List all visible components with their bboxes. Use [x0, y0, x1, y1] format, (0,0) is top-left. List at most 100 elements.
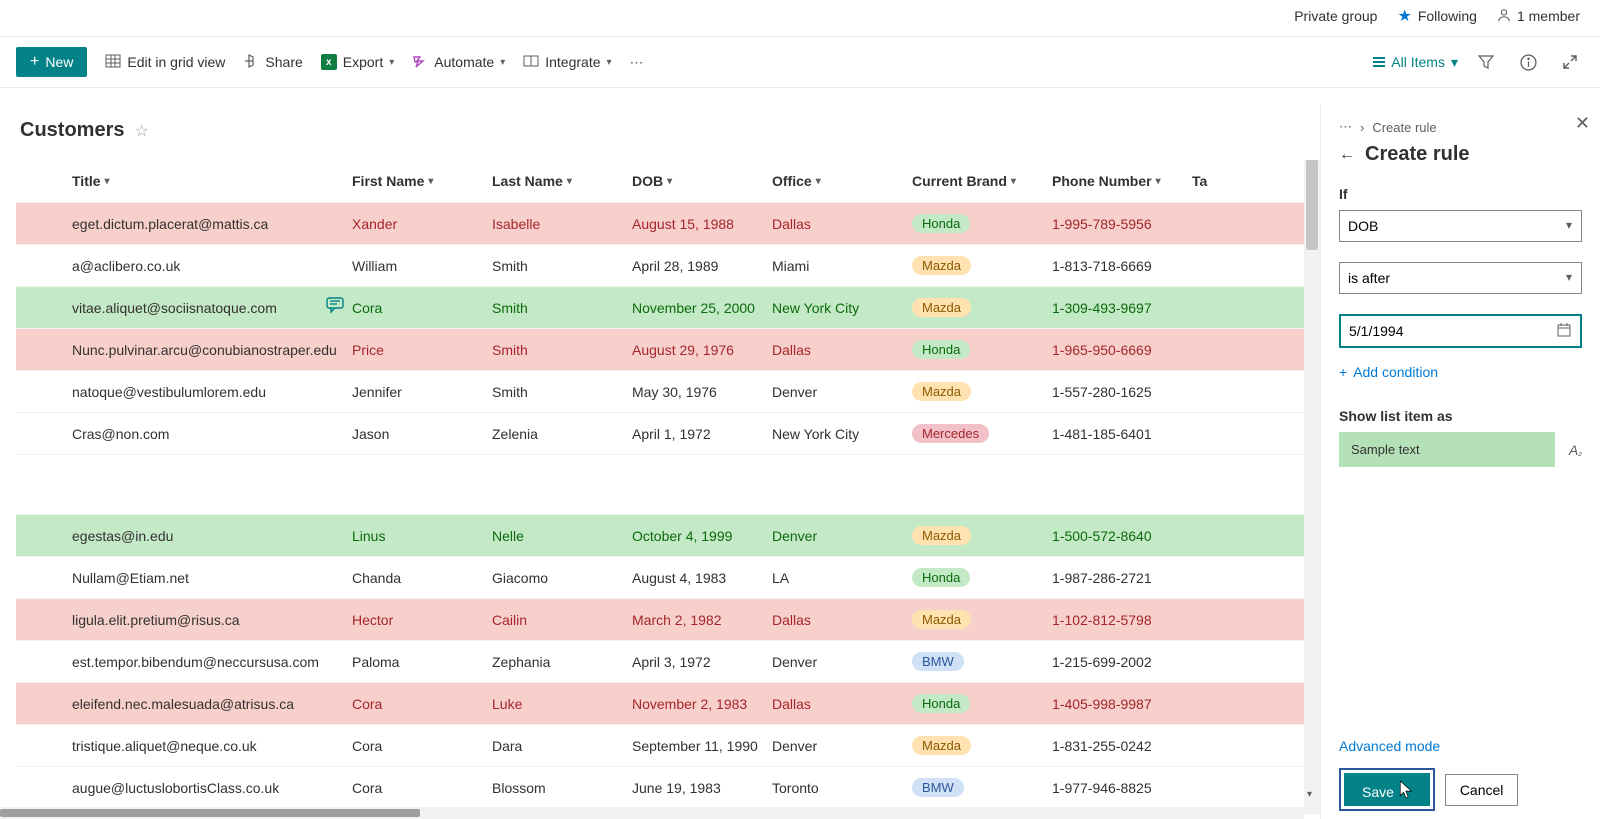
breadcrumb-more[interactable]: ⋯ [1339, 119, 1352, 135]
last-name-cell: Nelle [492, 528, 632, 544]
office-cell: Denver [772, 654, 912, 670]
share-label: Share [265, 54, 302, 70]
chevron-down-icon: ▾ [105, 176, 110, 187]
phone-cell: 1-309-493-9697 [1052, 300, 1192, 316]
last-name-cell: Zephania [492, 654, 632, 670]
phone-cell: 1-987-286-2721 [1052, 570, 1192, 586]
office-cell: Denver [772, 528, 912, 544]
more-button[interactable]: ⋯ [630, 54, 644, 71]
info-button[interactable] [1514, 48, 1542, 76]
font-style-button[interactable]: A [1569, 442, 1582, 458]
list-view-icon [1373, 57, 1385, 67]
column-header[interactable]: Title▾ [72, 173, 352, 189]
private-group-label: Private group [1294, 8, 1377, 24]
export-label: Export [343, 54, 383, 70]
members-link[interactable]: 1 member [1497, 8, 1580, 25]
office-cell: New York City [772, 300, 912, 316]
column-header[interactable]: Current Brand▾ [912, 173, 1052, 189]
title-cell: Cras@non.com [72, 426, 169, 442]
scrollbar-thumb[interactable] [1306, 160, 1318, 250]
expand-button[interactable] [1556, 48, 1584, 76]
last-name-cell: Blossom [492, 780, 632, 796]
office-cell: Dallas [772, 696, 912, 712]
scrollbar-thumb[interactable] [0, 809, 420, 817]
table-row[interactable]: augue@luctuslobortisClass.co.ukCoraBloss… [16, 766, 1320, 808]
chevron-down-icon: ▾ [667, 176, 672, 187]
column-header[interactable]: Office▾ [772, 173, 912, 189]
dob-cell: August 4, 1983 [632, 570, 772, 586]
vertical-scrollbar[interactable]: ▾ [1304, 160, 1320, 814]
add-condition-button[interactable]: + Add condition [1339, 364, 1582, 380]
office-cell: Denver [772, 738, 912, 754]
save-button[interactable]: Save [1344, 773, 1430, 806]
first-name-cell: Price [352, 342, 492, 358]
last-name-cell: Cailin [492, 612, 632, 628]
automate-button[interactable]: Automate ▾ [412, 53, 505, 72]
title-cell: vitae.aliquet@sociisnatoque.com [72, 300, 277, 316]
brand-pill: Mazda [912, 526, 971, 545]
column-header[interactable]: Last Name▾ [492, 173, 632, 189]
table-row[interactable]: ligula.elit.pretium@risus.caHectorCailin… [16, 598, 1320, 640]
condition-select[interactable] [1339, 262, 1582, 294]
export-button[interactable]: x Export ▾ [321, 54, 395, 70]
dob-cell: August 15, 1988 [632, 216, 772, 232]
excel-icon: x [321, 54, 337, 70]
new-label: New [45, 54, 73, 70]
chevron-down-icon: ▾ [1451, 54, 1458, 71]
column-header[interactable]: Phone Number▾ [1052, 173, 1192, 189]
favorite-star-icon[interactable]: ☆ [134, 121, 148, 141]
table-row[interactable]: Cras@non.comJasonZeleniaApril 1, 1972New… [16, 412, 1320, 454]
office-cell: LA [772, 570, 912, 586]
view-selector[interactable]: All Items ▾ [1373, 54, 1458, 71]
dob-cell: April 28, 1989 [632, 258, 772, 274]
column-header[interactable]: DOB▾ [632, 173, 772, 189]
back-button[interactable]: ← [1339, 146, 1355, 164]
new-button[interactable]: + New [16, 47, 87, 77]
table-row[interactable]: Nunc.pulvinar.arcu@conubianostraper.edu P… [16, 328, 1320, 370]
plus-icon: + [30, 53, 39, 71]
chevron-down-icon: ▾ [607, 57, 612, 68]
table-row[interactable]: a@aclibero.co.ukWilliamSmithApril 28, 19… [16, 244, 1320, 286]
title-cell: augue@luctuslobortisClass.co.uk [72, 780, 279, 796]
date-input[interactable] [1339, 314, 1582, 348]
following-toggle[interactable]: ★ Following [1397, 6, 1476, 26]
integrate-label: Integrate [545, 54, 600, 70]
panel-title: Create rule [1365, 143, 1470, 166]
brand-pill: BMW [912, 778, 964, 797]
table-row[interactable]: egestas@in.eduLinusNelleOctober 4, 1999D… [16, 514, 1320, 556]
first-name-cell: Jason [352, 426, 492, 442]
last-name-cell: Dara [492, 738, 632, 754]
first-name-cell: Hector [352, 612, 492, 628]
dob-cell: September 11, 1990 [632, 738, 772, 754]
table-row[interactable]: Nullam@Etiam.netChandaGiacomoAugust 4, 1… [16, 556, 1320, 598]
first-name-cell: William [352, 258, 492, 274]
first-name-cell: Paloma [352, 654, 492, 670]
table-row[interactable]: est.tempor.bibendum@neccursusa.comPaloma… [16, 640, 1320, 682]
brand-pill: Mazda [912, 298, 971, 317]
title-cell: tristique.aliquet@neque.co.uk [72, 738, 257, 754]
close-button[interactable]: ✕ [1575, 113, 1590, 134]
scroll-down-icon[interactable]: ▾ [1307, 789, 1312, 800]
title-cell: Nunc.pulvinar.arcu@conubianostraper.edu [72, 342, 337, 358]
column-header[interactable]: Ta [1192, 173, 1252, 189]
table-row[interactable]: eleifend.nec.malesuada@atrisus.caCoraLuk… [16, 682, 1320, 724]
edit-in-grid-button[interactable]: Edit in grid view [105, 53, 225, 72]
column-select[interactable] [1339, 210, 1582, 242]
sample-preview[interactable]: Sample text [1339, 432, 1555, 467]
dob-cell: August 29, 1976 [632, 342, 772, 358]
table-row[interactable]: eget.dictum.placerat@mattis.caXanderIsab… [16, 202, 1320, 244]
office-cell: Denver [772, 384, 912, 400]
integrate-button[interactable]: Integrate ▾ [523, 53, 611, 72]
last-name-cell: Smith [492, 300, 632, 316]
column-header[interactable]: First Name▾ [352, 173, 492, 189]
cancel-button[interactable]: Cancel [1445, 774, 1519, 806]
horizontal-scrollbar[interactable] [0, 807, 1304, 819]
table-row[interactable]: vitae.aliquet@sociisnatoque.comCoraSmith… [16, 286, 1320, 328]
share-button[interactable]: Share [243, 53, 302, 72]
advanced-mode-link[interactable]: Advanced mode [1339, 738, 1582, 754]
first-name-cell: Jennifer [352, 384, 492, 400]
filter-button[interactable] [1472, 48, 1500, 76]
table-row[interactable]: tristique.aliquet@neque.co.ukCoraDaraSep… [16, 724, 1320, 766]
table-row[interactable]: natoque@vestibulumlorem.eduJenniferSmith… [16, 370, 1320, 412]
comment-icon[interactable] [326, 297, 344, 318]
